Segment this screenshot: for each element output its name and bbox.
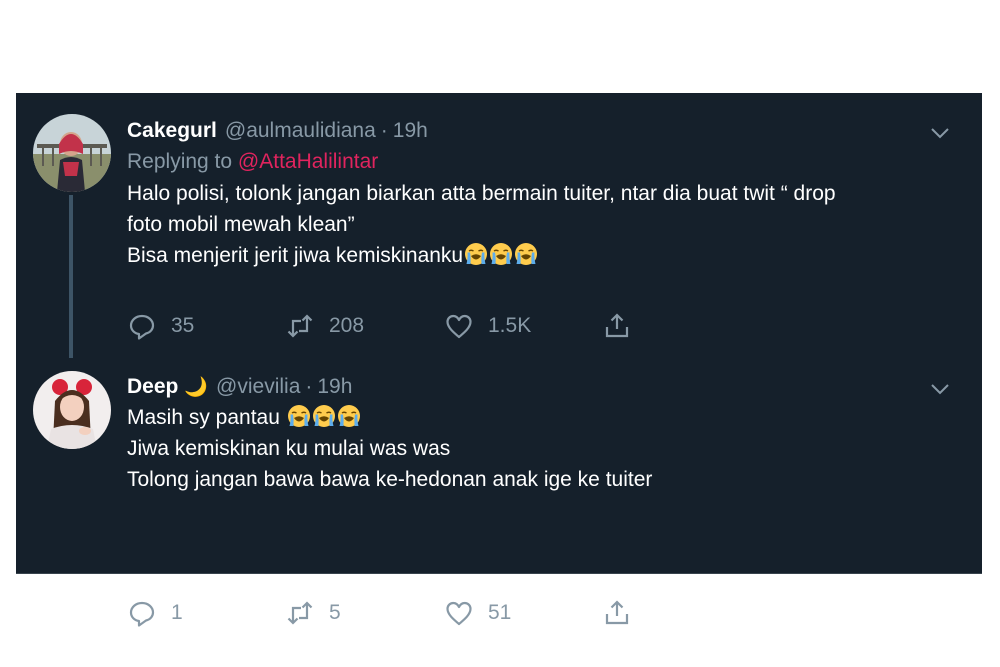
thread-connector-line [69, 195, 73, 358]
avatar[interactable] [33, 114, 111, 192]
chevron-down-icon[interactable] [929, 378, 951, 400]
retweet-count: 208 [329, 314, 365, 337]
tweet-text-line: Masih sy pantau [127, 402, 967, 433]
tweet-header: Deep 🌙 @vievilia · 19h [127, 372, 967, 402]
tweet-text: Masih sy pantau Jiwa kemiskinan ku mulai… [127, 402, 967, 495]
like-count: 51 [488, 601, 512, 624]
retweet-count: 5 [329, 601, 341, 624]
reply-icon [129, 601, 155, 627]
like-button[interactable]: 51 [444, 598, 511, 628]
retweet-icon [287, 314, 313, 338]
replying-to: Replying to @AttaHalilintar [127, 146, 967, 178]
loudly-crying-face-icon [514, 242, 538, 266]
reply-button[interactable]: 35 [127, 311, 194, 341]
username-handle[interactable]: @aulmaulidiana [225, 119, 376, 143]
loudly-crying-face-icon [287, 404, 311, 428]
reply-count: 35 [171, 314, 195, 337]
chevron-down-icon[interactable] [929, 122, 951, 144]
display-name[interactable]: Cakegurl [127, 119, 217, 143]
avatar-photo-icon [33, 371, 111, 449]
retweet-button[interactable]: 5 [285, 598, 341, 628]
tweet-text-line: Halo polisi, tolonk jangan biarkan atta … [127, 182, 836, 205]
mention-link[interactable]: @AttaHalilintar [238, 150, 378, 173]
avatar[interactable] [33, 371, 111, 449]
heart-icon [446, 601, 472, 626]
avatar-photo-icon [33, 114, 111, 192]
share-icon [605, 600, 629, 625]
separator-dot: · [380, 119, 388, 142]
heart-icon [446, 314, 472, 339]
retweet-icon [287, 601, 313, 625]
reply-button[interactable]: 1 [127, 598, 183, 628]
tweet-header: Cakegurl @aulmaulidiana · 19h [127, 116, 967, 146]
separator-dot: · [305, 375, 313, 398]
crescent-moon-icon: 🌙 [184, 377, 209, 398]
tweet-text-line: Tolong jangan bawa bawa ke-hedonan anak … [127, 468, 653, 491]
share-icon [605, 313, 629, 338]
replying-to-label: Replying to [127, 150, 238, 173]
like-count: 1.5K [488, 314, 532, 337]
loudly-crying-face-icon [312, 404, 336, 428]
like-button[interactable]: 1.5K [444, 311, 531, 341]
timestamp[interactable]: 19h [393, 119, 428, 143]
reply-icon [129, 314, 155, 340]
reply-count: 1 [171, 601, 183, 624]
loudly-crying-face-icon [337, 404, 361, 428]
share-button[interactable] [602, 598, 646, 628]
retweet-button[interactable]: 208 [285, 311, 364, 341]
tweet-text-line: Bisa menjerit jerit jiwa kemiskinanku [127, 240, 967, 271]
share-button[interactable] [602, 311, 646, 341]
tweet-actions: 1 5 51 [127, 598, 647, 632]
tweet-text: Halo polisi, tolonk jangan biarkan atta … [127, 178, 967, 271]
loudly-crying-face-icon [464, 242, 488, 266]
tweet-thread-panel: Cakegurl @aulmaulidiana · 19h Replying t… [16, 93, 982, 627]
tweet[interactable]: Deep 🌙 @vievilia · 19h Masih sy pantau J… [127, 372, 967, 627]
loudly-crying-face-icon [489, 242, 513, 266]
tweet[interactable]: Cakegurl @aulmaulidiana · 19h Replying t… [127, 116, 967, 340]
tweet-text-line: foto mobil mewah klean” [127, 213, 355, 236]
timestamp[interactable]: 19h [317, 375, 352, 399]
tweet-text-line: Jiwa kemiskinan ku mulai was was [127, 437, 451, 460]
display-name[interactable]: Deep [127, 375, 178, 399]
tweet-actions: 35 208 1.5K [127, 311, 647, 345]
username-handle[interactable]: @vievilia [216, 375, 300, 399]
